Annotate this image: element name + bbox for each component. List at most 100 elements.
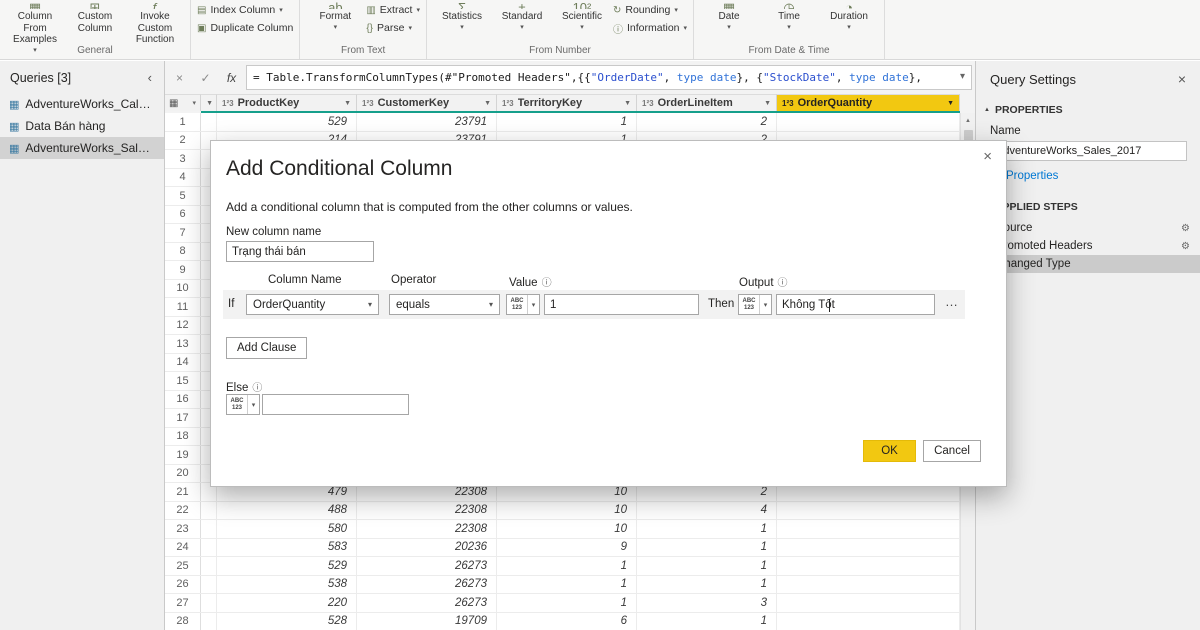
column-header-orderquantity[interactable]: 1²3OrderQuantity▼ (777, 94, 960, 111)
table-cell[interactable]: 23791 (357, 113, 497, 131)
table-cell[interactable]: 6 (497, 613, 637, 630)
table-cell[interactable]: 583 (217, 539, 357, 557)
table-cell[interactable]: 1 (637, 613, 777, 630)
formula-cancel-icon[interactable]: × (168, 67, 191, 89)
add-clause-button[interactable]: Add Clause (226, 337, 307, 359)
table-cell[interactable]: 528 (217, 613, 357, 630)
table-cell[interactable]: 529 (217, 113, 357, 131)
table-cell[interactable] (777, 557, 960, 575)
ribbon-button-information[interactable]: ⓘInformation▾ (613, 21, 687, 35)
query-item[interactable]: ▦Data Bán hàng (0, 115, 164, 137)
partial-column-header[interactable]: ▼ (201, 94, 217, 111)
table-cell[interactable]: 9 (497, 539, 637, 557)
table-cell[interactable]: 1 (497, 594, 637, 612)
column-header-territorykey[interactable]: 1²3TerritoryKey▼ (497, 94, 637, 111)
gear-icon[interactable]: ⚙ (1181, 241, 1190, 252)
table-cell[interactable]: 22308 (357, 502, 497, 520)
table-cell[interactable]: 529 (217, 557, 357, 575)
table-cell[interactable]: 2 (637, 113, 777, 131)
applied-step-promoted-headers[interactable]: Promoted Headers⚙ (976, 237, 1200, 255)
value-type-dropdown[interactable]: ABC 123 ▾ (506, 294, 540, 315)
table-cell[interactable]: 26273 (357, 557, 497, 575)
table-cell[interactable]: 1 (637, 557, 777, 575)
close-icon[interactable]: × (983, 148, 992, 165)
else-type-dropdown[interactable]: ABC 123 ▾ (226, 394, 260, 415)
ribbon-button-custom-column[interactable]: ⊞Custom Column (66, 1, 124, 34)
filter-dropdown-icon[interactable]: ▼ (344, 100, 351, 107)
column-name-dropdown[interactable]: OrderQuantity ▾ (246, 294, 379, 315)
new-column-name-input[interactable] (226, 241, 374, 262)
scroll-up-icon[interactable]: ▲ (961, 113, 975, 128)
close-icon[interactable]: × (1178, 71, 1186, 87)
gear-icon[interactable]: ⚙ (1181, 223, 1190, 234)
formula-input[interactable]: = Table.TransformColumnTypes(#"Promoted … (246, 65, 972, 90)
ribbon-button-date[interactable]: ▦Date▾ (700, 1, 758, 32)
ribbon-button-index-column[interactable]: ▤Index Column▾ (197, 3, 293, 17)
column-header-customerkey[interactable]: 1²3CustomerKey▼ (357, 94, 497, 111)
ribbon-button-invoke-custom-function[interactable]: ƒInvoke Custom Function (126, 1, 184, 46)
filter-dropdown-icon[interactable]: ▼ (624, 100, 631, 107)
ok-button[interactable]: OK (863, 440, 916, 462)
query-name-input[interactable] (990, 141, 1187, 161)
select-all-button[interactable]: ▦ ▾ (165, 94, 201, 111)
else-input[interactable] (262, 394, 409, 415)
collapse-pane-icon[interactable]: ‹ (148, 73, 152, 83)
filter-dropdown-icon[interactable]: ▼ (764, 100, 771, 107)
column-header-productkey[interactable]: 1²3ProductKey▼ (217, 94, 357, 111)
table-cell[interactable]: 1 (637, 576, 777, 594)
table-cell[interactable]: 220 (217, 594, 357, 612)
applied-step-changed-type[interactable]: Changed Type (976, 255, 1200, 273)
table-cell[interactable]: 22308 (357, 520, 497, 538)
table-cell[interactable]: 1 (497, 113, 637, 131)
formula-fx-icon[interactable]: fx (220, 67, 243, 89)
value-input[interactable] (544, 294, 699, 315)
table-cell[interactable] (777, 539, 960, 557)
table-cell[interactable]: 1 (637, 520, 777, 538)
table-cell[interactable] (777, 502, 960, 520)
ribbon-button-rounding[interactable]: ↻Rounding▾ (613, 3, 687, 17)
ribbon-button-extract[interactable]: ▥Extract▾ (366, 3, 420, 17)
ribbon-button-standard[interactable]: ±Standard▾ (493, 1, 551, 32)
filter-dropdown-icon[interactable]: ▼ (484, 100, 491, 107)
ribbon-button-time[interactable]: ◷Time▾ (760, 1, 818, 32)
output-type-dropdown[interactable]: ABC 123 ▾ (738, 294, 772, 315)
column-header-orderlineitem[interactable]: 1²3OrderLineItem▼ (637, 94, 777, 111)
table-cell[interactable] (777, 520, 960, 538)
table-cell[interactable]: 26273 (357, 594, 497, 612)
table-cell[interactable] (777, 613, 960, 630)
table-cell[interactable]: 19709 (357, 613, 497, 630)
filter-dropdown-icon[interactable]: ▼ (947, 100, 954, 107)
operator-dropdown[interactable]: equals ▾ (389, 294, 500, 315)
table-cell[interactable]: 580 (217, 520, 357, 538)
applied-steps-section-header[interactable]: ▲ APPLIED STEPS (984, 201, 1188, 213)
ribbon-button-duplicate-column[interactable]: ▣Duplicate Column (197, 21, 293, 35)
table-cell[interactable]: 26273 (357, 576, 497, 594)
table-cell[interactable]: 488 (217, 502, 357, 520)
ribbon-button-scientific[interactable]: 10²Scientific▾ (553, 1, 611, 32)
query-item[interactable]: ▦AdventureWorks_Sales_2017 (0, 137, 164, 159)
table-cell[interactable]: 4 (637, 502, 777, 520)
ribbon-button-statistics[interactable]: ΣStatistics▾ (433, 1, 491, 32)
table-cell[interactable] (777, 576, 960, 594)
formula-expand-icon[interactable]: ▾ (960, 71, 965, 82)
table-cell[interactable]: 3 (637, 594, 777, 612)
table-cell[interactable]: 10 (497, 502, 637, 520)
cancel-button[interactable]: Cancel (923, 440, 981, 462)
output-input[interactable]: Không Tốt (776, 294, 935, 315)
properties-section-header[interactable]: ▲ PROPERTIES (984, 104, 1188, 116)
table-cell[interactable] (777, 113, 960, 131)
formula-check-icon[interactable]: ✓ (194, 67, 217, 89)
table-cell[interactable]: 1 (497, 557, 637, 575)
table-cell[interactable]: 538 (217, 576, 357, 594)
ribbon-button-format[interactable]: abFormat▾ (306, 1, 364, 32)
ribbon-button-parse[interactable]: {}Parse▾ (366, 21, 420, 35)
more-options-button[interactable]: … (945, 294, 958, 309)
applied-step-source[interactable]: Source⚙ (976, 219, 1200, 237)
table-cell[interactable]: 10 (497, 520, 637, 538)
query-item[interactable]: ▦AdventureWorks_Calendar (0, 93, 164, 115)
ribbon-button-duration[interactable]: ◔Duration▾ (820, 1, 878, 32)
table-cell[interactable]: 20236 (357, 539, 497, 557)
table-cell[interactable]: 1 (497, 576, 637, 594)
table-cell[interactable] (777, 594, 960, 612)
table-cell[interactable]: 1 (637, 539, 777, 557)
